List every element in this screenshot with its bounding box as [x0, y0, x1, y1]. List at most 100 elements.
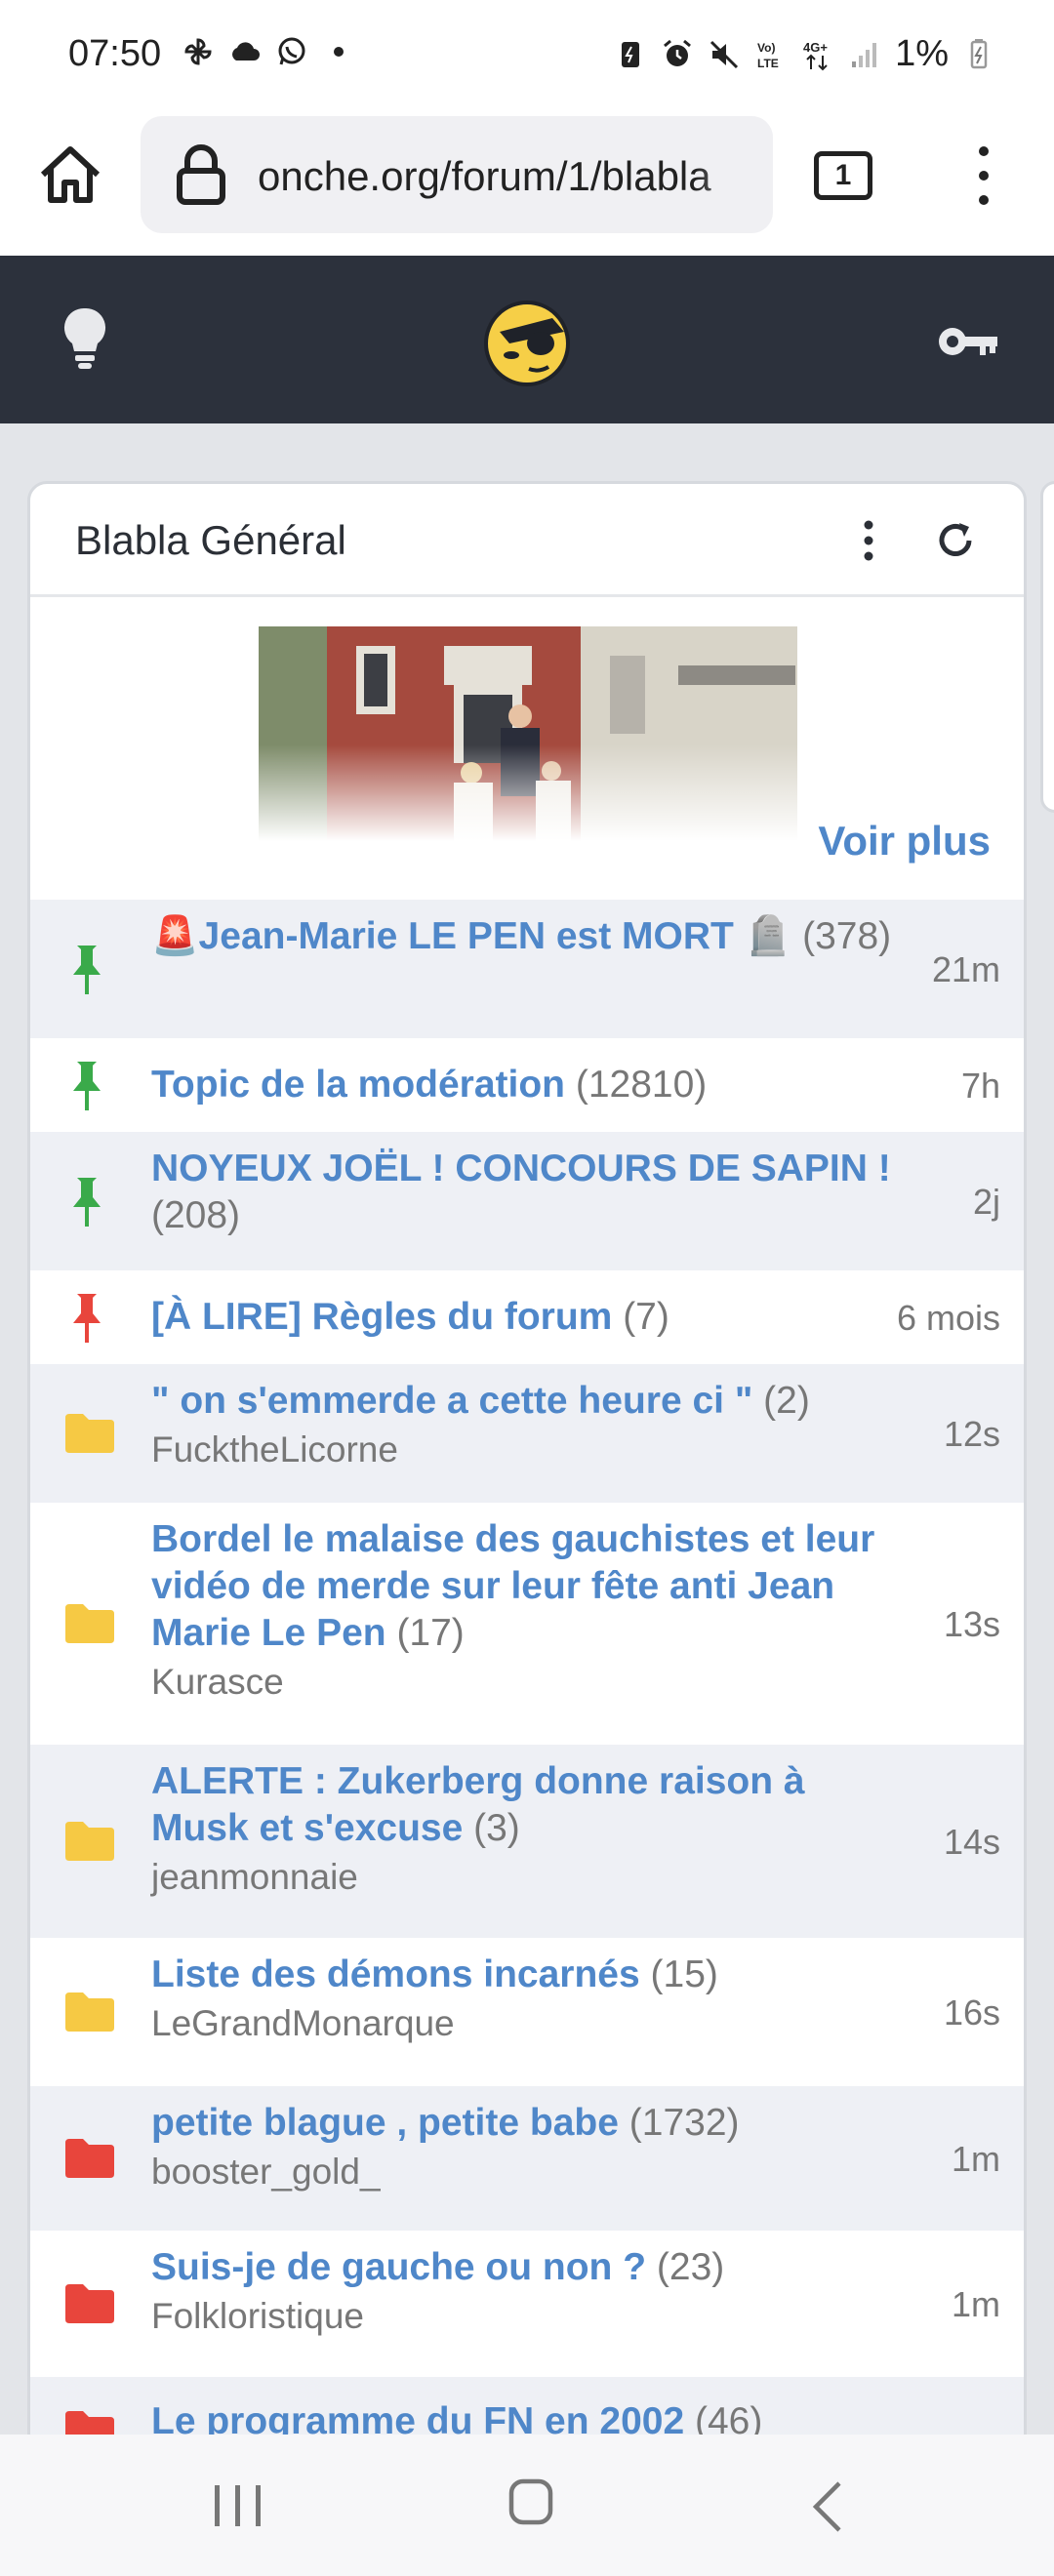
topic-row[interactable]: Bordel le malaise des gauchistes et leur…	[30, 1503, 1024, 1745]
folder-red-icon	[63, 2282, 116, 2330]
volte-icon: Vo) LTE	[757, 41, 779, 70]
topic-text: 🚨Jean-Marie LE PEN est MORT 🪦 (378)	[151, 913, 893, 960]
recents-icon[interactable]	[211, 2483, 265, 2528]
topic-reply-count: (378)	[802, 915, 892, 957]
pin-green-icon	[67, 942, 106, 1001]
next-panel-edge[interactable]	[1040, 481, 1054, 813]
topic-reply-count: (15)	[650, 1953, 718, 1995]
topic-title[interactable]: Suis-je de gauche ou non ?	[151, 2246, 646, 2288]
address-bar[interactable]: onche.org/forum/1/blabla	[141, 116, 773, 233]
battery-percent: 1%	[895, 33, 949, 74]
topic-time: 1m	[951, 2139, 1000, 2179]
svg-text:LTE: LTE	[757, 57, 779, 70]
signal-icon	[852, 42, 877, 67]
banner-image[interactable]	[259, 626, 797, 841]
topic-row[interactable]: ALERTE : Zukerberg donne raison à Musk e…	[30, 1745, 1024, 1938]
topic-title[interactable]: NOYEUX JOËL ! CONCOURS DE SAPIN !	[151, 1147, 891, 1189]
topic-reply-count: (208)	[151, 1194, 241, 1236]
svg-text:4G+: 4G+	[803, 40, 828, 55]
topic-row[interactable]: Liste des démons incarnés (15) LeGrandMon…	[30, 1938, 1024, 2086]
dot-icon	[334, 47, 344, 57]
card-header: Blabla Général	[30, 484, 1024, 597]
topic-title[interactable]: " on s'emmerde a cette heure ci "	[151, 1380, 752, 1422]
topic-title[interactable]: Liste des démons incarnés	[151, 1953, 640, 1995]
topic-text: Bordel le malaise des gauchistes et leur…	[151, 1516, 893, 1708]
more-options-icon[interactable]	[856, 517, 881, 564]
topic-reply-count: (12810)	[575, 1064, 708, 1106]
topic-text: petite blague , petite babe (1732) booste…	[151, 2100, 893, 2197]
topic-author[interactable]: jeanmonnaie	[151, 1852, 893, 1903]
topic-title[interactable]: petite blague , petite babe	[151, 2102, 619, 2144]
topic-text: Liste des démons incarnés (15) LeGrandMon…	[151, 1952, 893, 2049]
url-text: onche.org/forum/1/blabla	[258, 153, 711, 199]
forum-card: Blabla Général Voir plus 🚨Jean-Marie LE …	[27, 481, 1027, 2576]
topic-time: 12s	[943, 1414, 1000, 1454]
topic-text: Topic de la modération (12810)	[151, 1062, 893, 1108]
folder-yellow-icon	[63, 1602, 116, 1650]
topic-time: 2j	[972, 1182, 1000, 1222]
topic-time: 16s	[943, 1992, 1000, 2033]
folder-red-icon	[63, 2137, 116, 2185]
folder-yellow-icon	[63, 1820, 116, 1868]
notification-icons	[182, 35, 355, 68]
topic-title[interactable]: [À LIRE] Règles du forum	[151, 1296, 612, 1338]
browser-toolbar: onche.org/forum/1/blabla 1	[0, 112, 1054, 256]
overflow-menu-icon[interactable]	[966, 141, 1001, 210]
svg-text:Vo): Vo)	[757, 41, 775, 55]
topic-author[interactable]: Folkloristique	[151, 2291, 893, 2342]
topic-title[interactable]: Topic de la modération	[151, 1064, 565, 1106]
forum-title: Blabla Général	[75, 517, 346, 563]
topic-reply-count: (3)	[473, 1807, 520, 1849]
status-bar: 07:50 Vo) LTE 4G+ 1%	[0, 0, 1054, 112]
topic-row[interactable]: petite blague , petite babe (1732) booste…	[30, 2086, 1024, 2231]
nav-home-icon[interactable]	[507, 2477, 554, 2526]
topic-time: 14s	[943, 1822, 1000, 1862]
topic-row[interactable]: Topic de la modération (12810) 7h	[30, 1038, 1024, 1132]
topic-text: NOYEUX JOËL ! CONCOURS DE SAPIN ! (208)	[151, 1146, 893, 1239]
topic-author[interactable]: booster_gold_	[151, 2147, 893, 2197]
topic-row[interactable]: Suis-je de gauche ou non ? (23) Folkloris…	[30, 2231, 1024, 2377]
home-icon[interactable]	[35, 140, 105, 210]
lightbulb-icon[interactable]	[61, 306, 109, 371]
topic-row[interactable]: [À LIRE] Règles du forum (7) 6 mois	[30, 1270, 1024, 1364]
back-icon[interactable]	[810, 2479, 845, 2534]
topic-time: 13s	[943, 1604, 1000, 1644]
topic-reply-count: (17)	[396, 1612, 465, 1654]
topic-time: 21m	[931, 949, 1000, 989]
topic-reply-count: (2)	[763, 1380, 810, 1422]
battery-icon	[970, 38, 988, 68]
onche-logo[interactable]	[480, 299, 574, 386]
topic-text: Suis-je de gauche ou non ? (23) Folkloris…	[151, 2244, 893, 2342]
voir-plus-link[interactable]: Voir plus	[818, 818, 991, 865]
key-icon[interactable]	[937, 322, 999, 361]
system-status: Vo) LTE 4G+ 1%	[614, 33, 995, 75]
mute-icon	[710, 40, 739, 68]
pin-green-icon	[67, 1058, 106, 1117]
topic-time: 6 mois	[896, 1298, 1000, 1338]
cloud-icon	[232, 42, 260, 60]
topic-reply-count: (23)	[656, 2246, 725, 2288]
folder-yellow-icon	[63, 1991, 116, 2038]
topic-title[interactable]: Bordel le malaise des gauchistes et leur…	[151, 1518, 874, 1654]
tabs-button[interactable]: 1	[814, 151, 872, 200]
topic-title[interactable]: 🚨Jean-Marie LE PEN est MORT 🪦	[151, 915, 791, 957]
topic-author[interactable]: LeGrandMonarque	[151, 1998, 893, 2049]
topic-reply-count: (7)	[623, 1296, 669, 1338]
pin-red-icon	[67, 1290, 106, 1349]
topic-list: 🚨Jean-Marie LE PEN est MORT 🪦 (378) 21m To…	[30, 900, 1024, 2484]
topic-author[interactable]: Kurasce	[151, 1657, 893, 1708]
4g-icon: 4G+	[803, 40, 828, 70]
system-nav-bar	[0, 2435, 1054, 2576]
topic-author[interactable]: FucktheLicorne	[151, 1425, 893, 1475]
topic-row[interactable]: NOYEUX JOËL ! CONCOURS DE SAPIN ! (208) 2…	[30, 1132, 1024, 1270]
topic-text: " on s'emmerde a cette heure ci " (2) Fuc…	[151, 1378, 893, 1475]
refresh-icon[interactable]	[934, 519, 977, 562]
battery-saver-icon	[622, 41, 640, 67]
pin-green-icon	[67, 1174, 106, 1233]
topic-text: ALERTE : Zukerberg donne raison à Musk e…	[151, 1758, 893, 1903]
pinwheel-icon	[184, 38, 212, 65]
topic-row[interactable]: 🚨Jean-Marie LE PEN est MORT 🪦 (378) 21m	[30, 900, 1024, 1038]
topic-time: 1m	[951, 2284, 1000, 2324]
topic-time: 7h	[960, 1066, 1000, 1106]
topic-row[interactable]: " on s'emmerde a cette heure ci " (2) Fuc…	[30, 1364, 1024, 1503]
